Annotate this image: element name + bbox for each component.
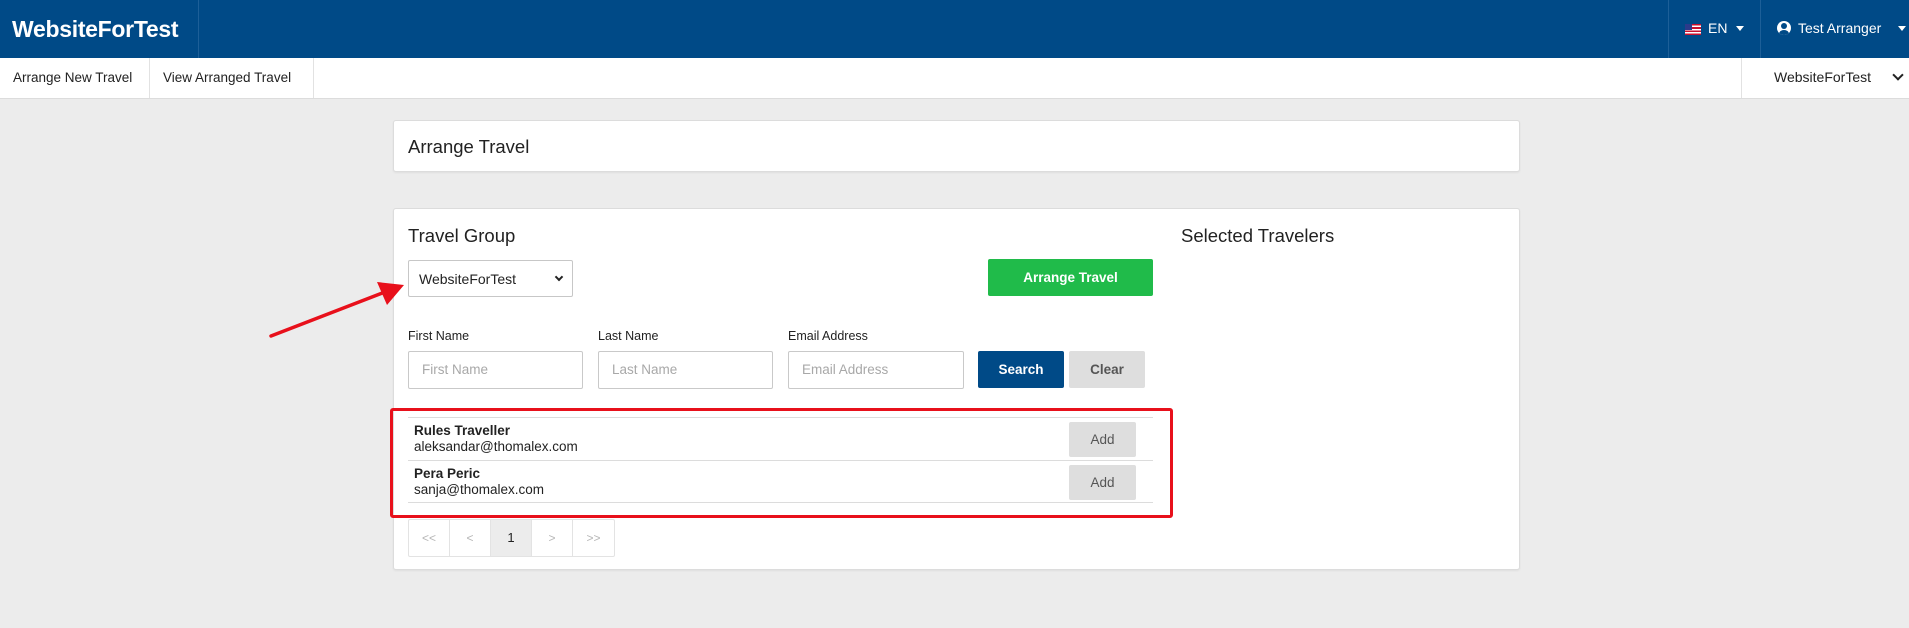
annotation-arrow-icon — [269, 282, 404, 338]
